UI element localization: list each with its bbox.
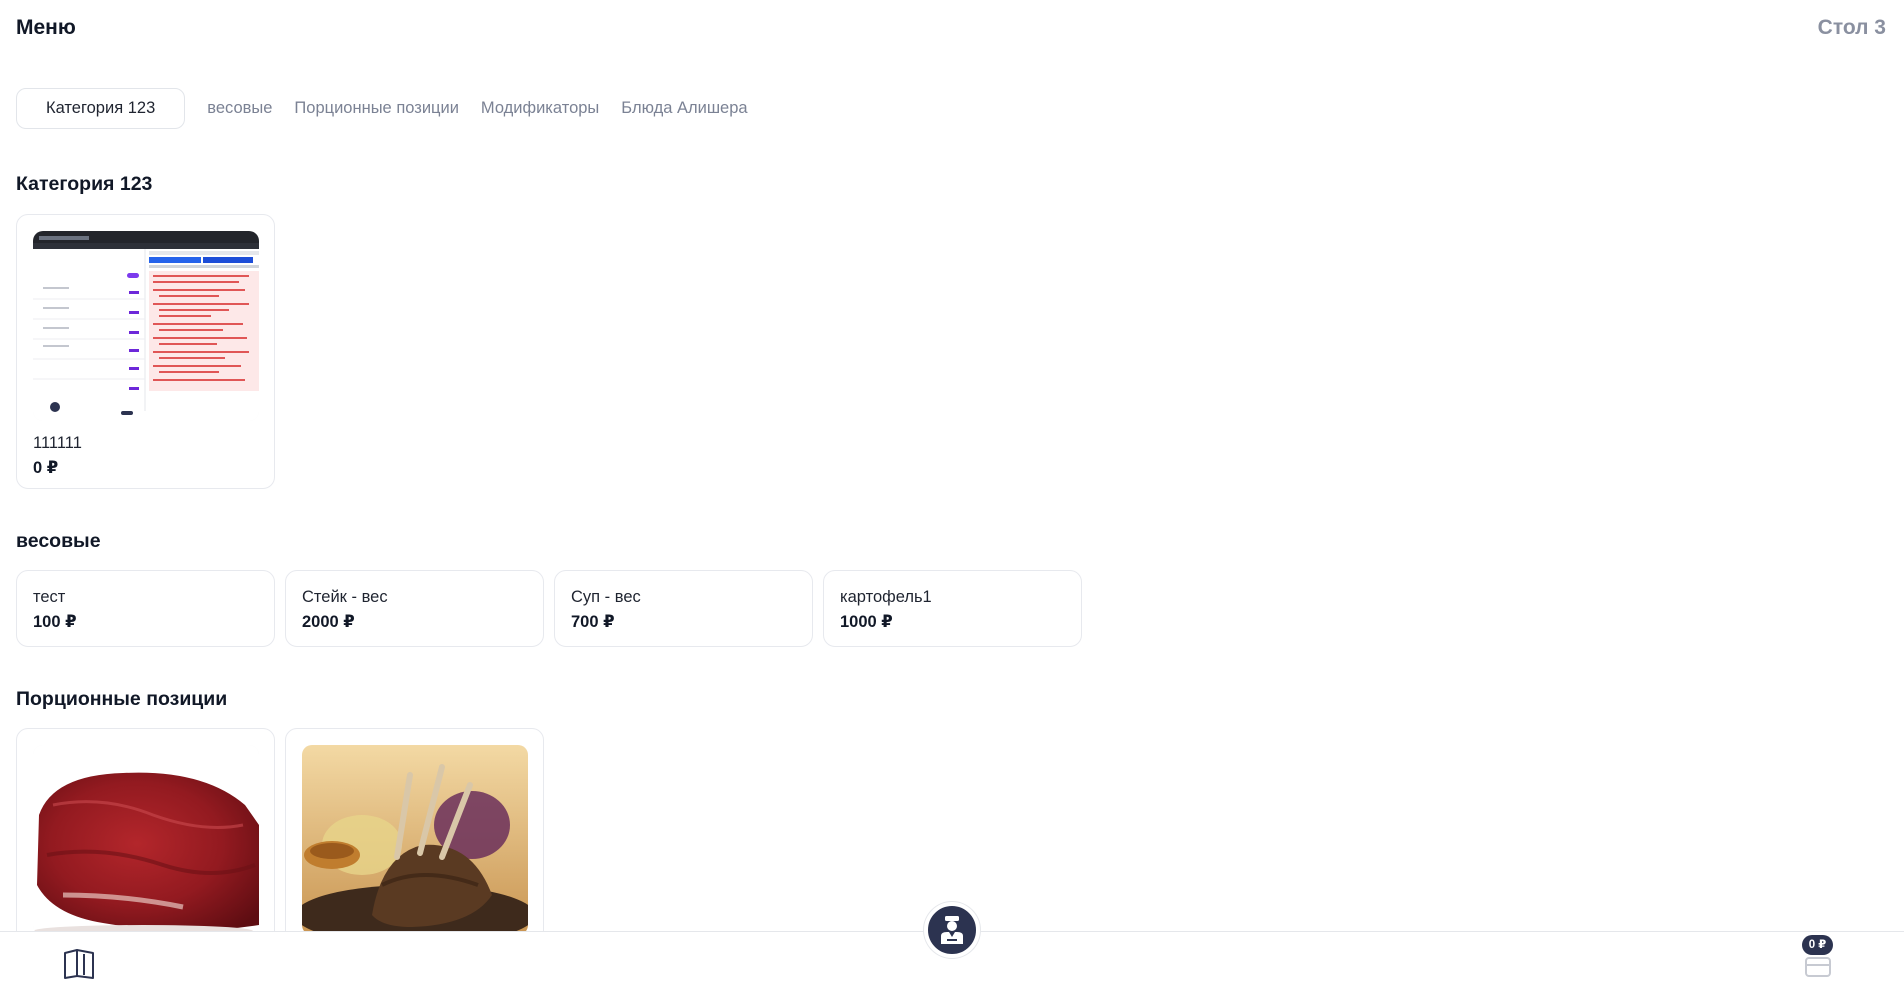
table-label[interactable]: Стол 3 [1818, 16, 1886, 40]
open-book-icon[interactable] [62, 948, 96, 980]
item-price: 1000 ₽ [840, 613, 893, 631]
tab-modifiers[interactable]: Модификаторы [481, 99, 599, 118]
item-image-raw-beef [33, 745, 259, 935]
category-tabs: Категория 123 весовые Порционные позиции… [16, 87, 770, 129]
menu-item-card[interactable]: Суп - вес 700 ₽ [554, 570, 813, 647]
menu-item-card[interactable]: Стейк - вес 2000 ₽ [285, 570, 544, 647]
tab-portion-items[interactable]: Порционные позиции [294, 99, 459, 118]
menu-item-card[interactable]: 111111 0 ₽ [16, 214, 275, 489]
item-name: Суп - вес [571, 588, 641, 606]
cart-total-badge[interactable]: 0 ₽ [1802, 935, 1833, 955]
page-title: Меню [16, 16, 76, 39]
section-title-category-123: Категория 123 [16, 173, 153, 195]
tab-alisher-dishes[interactable]: Блюда Алишера [621, 99, 747, 118]
item-price: 700 ₽ [571, 613, 615, 631]
item-price: 0 ₽ [33, 459, 59, 477]
item-name: тест [33, 588, 66, 606]
item-name: картофель1 [840, 588, 932, 606]
item-image-grilled-lamb-ribs [302, 745, 528, 935]
item-price: 2000 ₽ [302, 613, 355, 631]
item-image-screenshot [33, 231, 259, 421]
item-name: 111111 [33, 434, 82, 452]
top-bar: Меню Стол 3 [0, 0, 1904, 60]
waiter-call-button[interactable] [924, 902, 980, 958]
tab-weighted[interactable]: весовые [207, 99, 272, 118]
item-price: 100 ₽ [33, 613, 77, 631]
menu-item-card[interactable]: тест 100 ₽ [16, 570, 275, 647]
menu-item-card[interactable]: картофель1 1000 ₽ [823, 570, 1082, 647]
section-title-weighted: весовые [16, 530, 101, 552]
section-title-portion-items: Порционные позиции [16, 688, 228, 710]
item-name: Стейк - вес [302, 588, 388, 606]
tab-category-123[interactable]: Категория 123 [16, 87, 186, 129]
waiter-icon [941, 916, 963, 944]
